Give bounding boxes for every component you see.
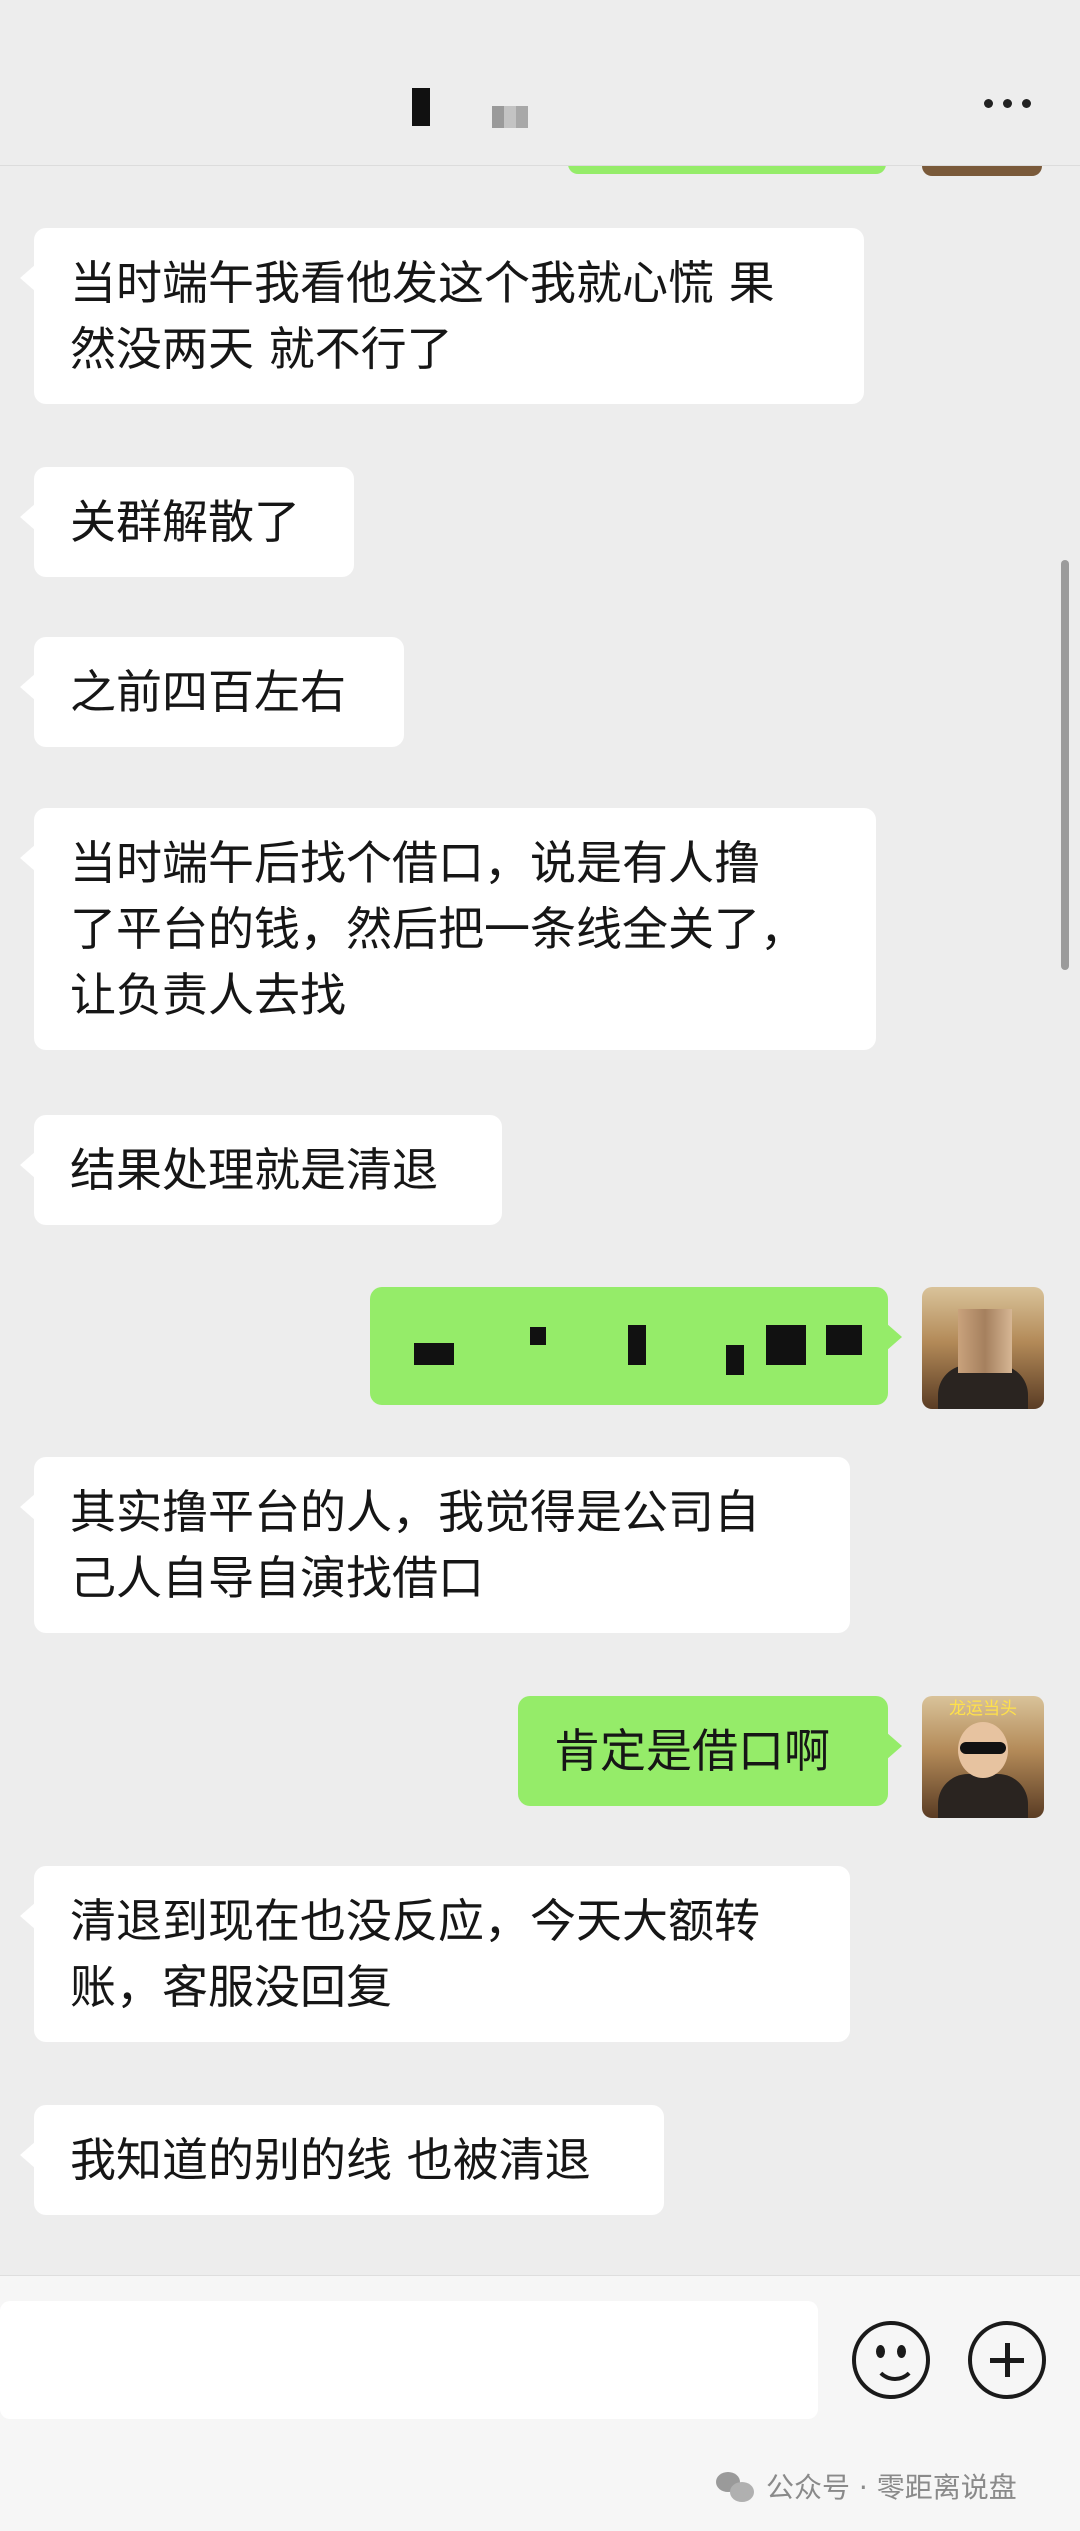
more-options-icon[interactable] (972, 80, 1042, 126)
redaction-pixel (766, 1325, 806, 1365)
redaction-pixel (530, 1327, 546, 1345)
redaction-pixel (414, 1343, 454, 1365)
message-input[interactable] (0, 2301, 818, 2419)
avatar-blur (958, 1309, 1012, 1373)
redaction-pixel (628, 1325, 646, 1365)
user-avatar[interactable]: 龙运当头 (922, 1696, 1044, 1818)
sent-message-bubble[interactable]: 肯定是借口啊 (518, 1696, 902, 1806)
avatar-caption: 龙运当头 (949, 1699, 1017, 1719)
plus-icon[interactable] (968, 2321, 1046, 2399)
redaction-pixel (726, 1345, 744, 1375)
user-avatar[interactable] (922, 1287, 1044, 1409)
redacted-title-mosaic (492, 106, 528, 128)
redacted-title-block (412, 88, 430, 126)
sent-message-redacted-bubble[interactable] (370, 1287, 902, 1405)
more-dot (1002, 98, 1012, 108)
received-message-bubble[interactable]: 结果处理就是清退 (20, 1115, 502, 1225)
received-message-bubble[interactable]: 我知道的别的线 也被清退 (20, 2105, 664, 2215)
emoji-mouth (873, 2357, 917, 2381)
received-message-bubble[interactable]: 清退到现在也没反应，今天大额转 账，客服没回复 (20, 1866, 850, 2042)
received-message-bubble[interactable]: 关群解散了 (20, 467, 354, 577)
scrollbar-thumb[interactable] (1061, 560, 1069, 970)
avatar-body (938, 1774, 1028, 1818)
watermark-text: 公众号 · 零距离说盘 (766, 2471, 1017, 2504)
received-message-bubble[interactable]: 当时端午后找个借口，说是有人撸 了平台的钱，然后把一条线全关了， 让负责人去找 (20, 808, 876, 1050)
chat-header (0, 0, 1080, 166)
avatar-sunglasses (960, 1742, 1006, 1754)
redaction-pixel (826, 1325, 862, 1355)
plus-vertical (1005, 2343, 1010, 2377)
emoji-icon[interactable] (852, 2321, 930, 2399)
more-dot (1021, 98, 1031, 108)
received-message-bubble[interactable]: 其实撸平台的人，我觉得是公司自 己人自导自演找借口 (20, 1457, 850, 1633)
more-dot (983, 98, 993, 108)
received-message-bubble[interactable]: 之前四百左右 (20, 637, 404, 747)
watermark: 公众号 · 零距离说盘 (716, 2466, 1017, 2506)
received-message-bubble[interactable]: 当时端午我看他发这个我就心慌 果 然没两天 就不行了 (20, 228, 864, 404)
wechat-icon (716, 2470, 756, 2502)
